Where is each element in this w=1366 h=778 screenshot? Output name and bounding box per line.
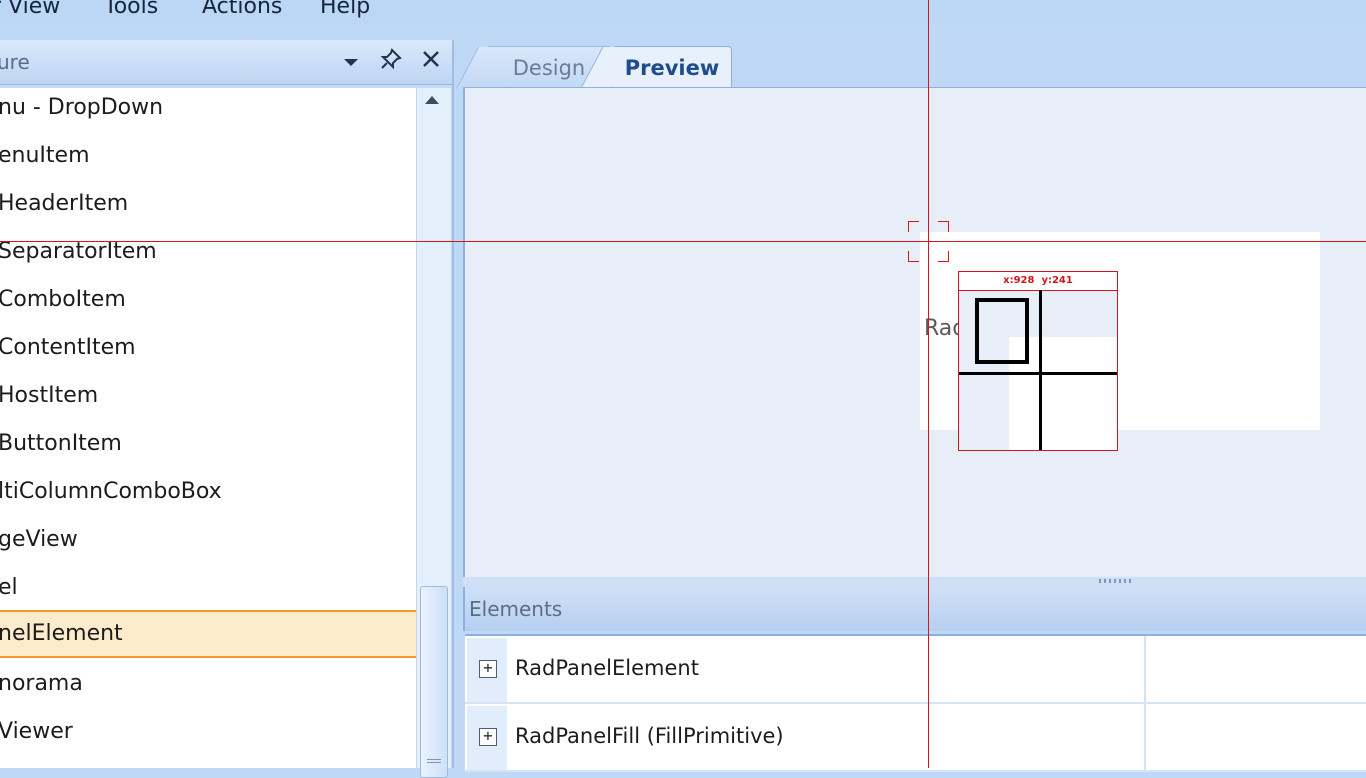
expand-icon[interactable]: + — [479, 660, 497, 678]
list-item[interactable]: geView — [0, 516, 416, 564]
list-item[interactable]: Viewer — [0, 708, 416, 756]
list-item-label: enuItem — [0, 143, 90, 168]
list-item-label: ltiColumnComboBox — [0, 479, 222, 504]
list-item-label: HeaderItem — [0, 191, 129, 216]
list-item[interactable]: norama — [0, 660, 416, 708]
structure-panel-title: ure — [0, 50, 30, 74]
expand-icon[interactable]: + — [479, 728, 497, 746]
grip-icon — [1099, 579, 1133, 583]
dropdown-arrow-icon[interactable] — [338, 48, 364, 74]
scroll-up-arrow-icon[interactable] — [425, 96, 439, 104]
list-item-label: SeparatorItem — [0, 239, 157, 264]
structure-panel-header: ure — [0, 40, 452, 85]
magnifier-x: x:928 — [1003, 275, 1035, 286]
list-item-label: HostItem — [0, 383, 99, 408]
menu-item-tools[interactable]: Tools — [104, 0, 158, 19]
menu-item-view-label: View — [8, 0, 61, 19]
list-item-label: Viewer — [0, 719, 73, 744]
list-item-label: nelElement — [0, 621, 123, 646]
list-item-label: nu - DropDown — [0, 95, 164, 120]
menu-item-help[interactable]: Help — [320, 0, 370, 19]
menu-fragment: r — [0, 0, 1, 19]
list-item[interactable]: ButtonItem — [0, 420, 416, 468]
list-item[interactable]: nu - DropDown — [0, 88, 416, 132]
list-item-label: ComboItem — [0, 287, 126, 312]
list-item[interactable]: ltiColumnComboBox — [0, 468, 416, 516]
horizontal-splitter[interactable] — [463, 577, 1366, 587]
magnifier-crosshair-vertical — [1039, 290, 1042, 450]
list-item[interactable]: el — [0, 564, 416, 612]
list-item[interactable]: ComboItem — [0, 276, 416, 324]
list-item-label: norama — [0, 671, 83, 696]
tab-design-label: Design — [512, 56, 586, 80]
list-item-label: geView — [0, 527, 78, 552]
magnifier-coordinates: x:928 y:241 — [959, 272, 1117, 291]
tab-preview[interactable]: Preview — [612, 46, 732, 89]
crosshair-horizontal-line — [0, 241, 1366, 242]
menu-item-actions[interactable]: Actions — [202, 0, 282, 19]
table-row[interactable]: + RadPanelElement — [465, 636, 1366, 704]
list-item[interactable]: HeaderItem — [0, 180, 416, 228]
bracket-corner-icon — [938, 221, 949, 232]
crosshair-vertical-line — [928, 0, 929, 768]
magnifier-crosshair-horizontal — [959, 372, 1117, 375]
list-item-label: ButtonItem — [0, 431, 122, 456]
bracket-corner-icon — [908, 221, 919, 232]
row-label: RadPanelFill (FillPrimitive) — [515, 724, 784, 748]
structure-panel: ure nu - DropDown enuItem HeaderItem Sep… — [0, 40, 454, 778]
scroll-thumb[interactable] — [420, 586, 448, 778]
list-item[interactable]: ContentItem — [0, 324, 416, 372]
grip-icon — [427, 759, 441, 763]
elements-grid: + RadPanelElement + RadPanelFill (FillPr… — [465, 634, 1366, 772]
row-label: RadPanelElement — [515, 656, 699, 680]
list-item[interactable]: enuItem — [0, 132, 416, 180]
elements-panel-header: Elements — [463, 587, 1366, 631]
magnifier-y: y:241 — [1041, 275, 1073, 286]
menu-bar: r View Tools Actions Help — [0, 0, 1366, 24]
bracket-corner-icon — [938, 251, 949, 262]
magnifier-loupe: x:928 y:241 — [958, 271, 1118, 451]
list-item-selected[interactable]: nelElement — [0, 610, 416, 658]
close-icon[interactable] — [418, 48, 444, 74]
pin-icon[interactable] — [378, 48, 404, 74]
structure-list: nu - DropDown enuItem HeaderItem Separat… — [0, 88, 416, 768]
column-divider — [1144, 636, 1146, 770]
tab-preview-label: Preview — [624, 56, 720, 80]
elements-panel-title: Elements — [469, 597, 563, 621]
list-item[interactable]: SeparatorItem — [0, 228, 416, 276]
structure-scrollbar[interactable] — [416, 88, 451, 778]
list-item-label: el — [0, 575, 18, 600]
magnifier-box — [975, 298, 1029, 364]
list-item[interactable]: HostItem — [0, 372, 416, 420]
bracket-corner-icon — [908, 251, 919, 262]
table-row[interactable]: + RadPanelFill (FillPrimitive) — [465, 704, 1366, 772]
menu-item-view[interactable]: r View — [0, 0, 60, 19]
list-item-label: ContentItem — [0, 335, 136, 360]
